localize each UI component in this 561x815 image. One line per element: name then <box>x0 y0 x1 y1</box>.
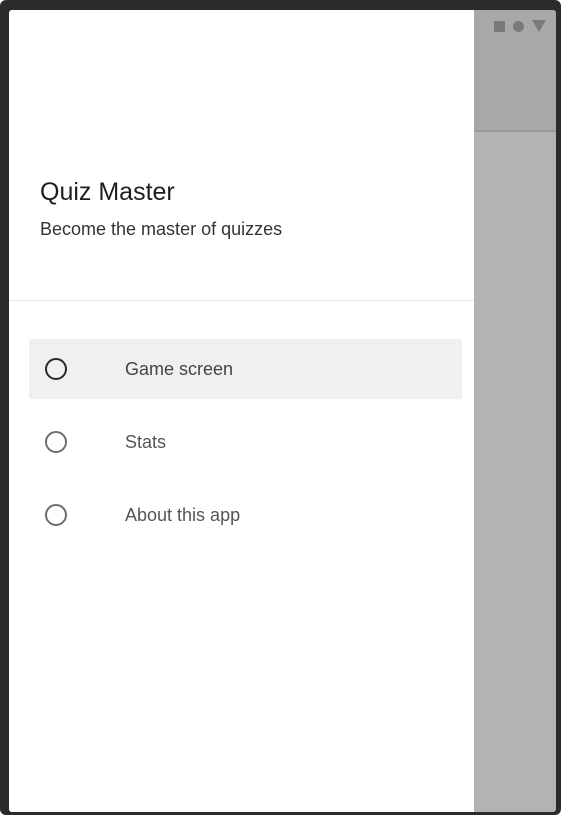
menu-item-label: Game screen <box>125 358 234 379</box>
menu-item-stats[interactable]: Stats <box>29 412 462 472</box>
circle-icon <box>513 20 524 32</box>
status-bar-icons <box>494 18 546 34</box>
device-frame: Quiz Master Become the master of quizzes… <box>0 0 561 815</box>
drawer-subtitle: Become the master of quizzes <box>40 219 283 239</box>
radio-unchecked-icon <box>45 431 67 453</box>
menu-item-label: About this app <box>125 504 241 525</box>
drawer-menu: Game screen Stats About this app <box>9 339 474 558</box>
triangle-icon <box>532 20 546 32</box>
radio-unchecked-icon <box>45 504 67 526</box>
drawer-title: Quiz Master <box>40 178 175 206</box>
device-screen: Quiz Master Become the master of quizzes… <box>9 10 556 812</box>
navigation-drawer: Quiz Master Become the master of quizzes… <box>9 10 474 812</box>
square-icon <box>494 20 505 32</box>
menu-item-game-screen[interactable]: Game screen <box>29 339 462 399</box>
menu-item-about[interactable]: About this app <box>29 485 462 545</box>
drawer-header: Quiz Master Become the master of quizzes <box>9 10 474 301</box>
radio-unchecked-icon <box>45 358 67 380</box>
menu-item-label: Stats <box>125 431 167 452</box>
